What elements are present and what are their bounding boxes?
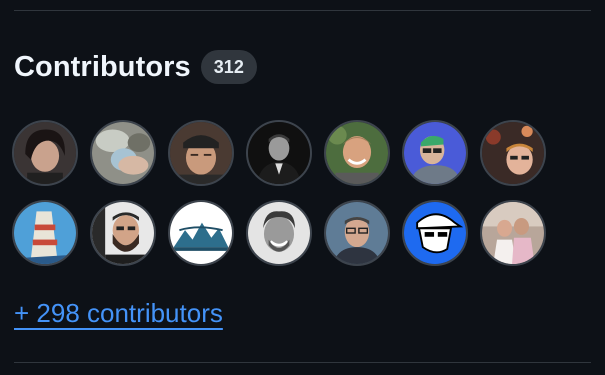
bottom-divider [14,362,591,363]
illustration-drawing-icon [14,202,76,264]
contributor-avatar-7[interactable] [480,120,546,186]
person-photo-indoor-icon [482,122,544,184]
contributor-avatar-14[interactable] [480,200,546,266]
contributors-avatar-grid [12,120,572,280]
contributors-count-badge: 312 [200,50,257,84]
person-photo-glasses-icon [326,202,388,264]
contributor-avatar-10[interactable] [168,200,234,266]
contributors-title[interactable]: Contributors [14,51,191,84]
contributor-avatar-3[interactable] [168,120,234,186]
cartoon-cap-avatar-icon [404,202,466,264]
contributor-avatar-11[interactable] [246,200,312,266]
person-photo-blue-bg-icon [404,122,466,184]
avatar-row-1 [12,120,572,186]
contributor-avatar-13[interactable] [402,200,468,266]
photo-couple-icon [482,202,544,264]
contributor-avatar-12[interactable] [324,200,390,266]
person-photo-cap-icon [170,122,232,184]
person-photo-smiling-icon [326,122,388,184]
person-photo-monochrome-icon [248,122,310,184]
contributor-avatar-5[interactable] [324,120,390,186]
contributor-avatar-6[interactable] [402,120,468,186]
person-photo-dark-hair-icon [14,122,76,184]
photo-blurred-hand-icon [92,122,154,184]
more-contributors-link[interactable]: + 298 contributors [14,298,223,329]
person-photo-beard-icon [92,202,154,264]
contributor-avatar-2[interactable] [90,120,156,186]
contributor-avatar-1[interactable] [12,120,78,186]
contributor-avatar-9[interactable] [90,200,156,266]
contributor-avatar-4[interactable] [246,120,312,186]
person-photo-grayscale-smile-icon [248,202,310,264]
logo-mountain-icon [170,202,232,264]
top-divider [14,10,591,11]
contributor-avatar-8[interactable] [12,200,78,266]
contributors-header: Contributors 312 [14,46,257,88]
avatar-row-2 [12,200,572,266]
